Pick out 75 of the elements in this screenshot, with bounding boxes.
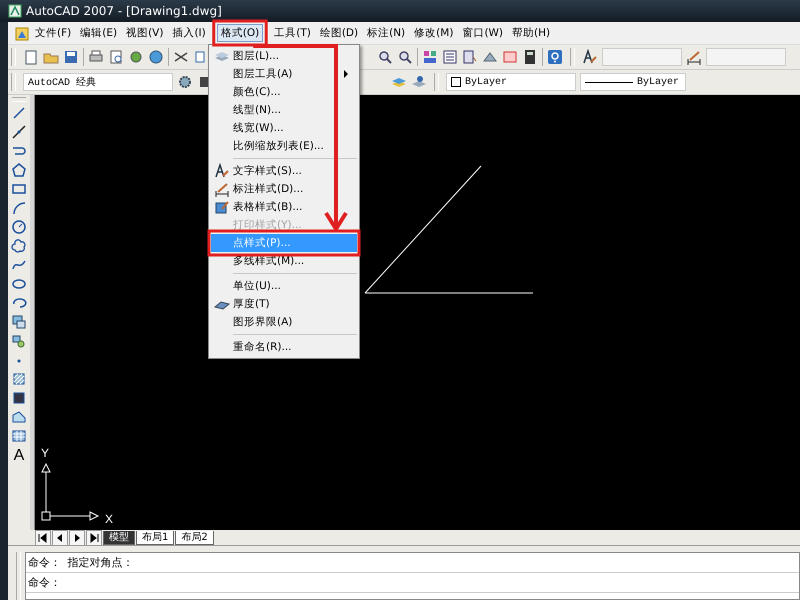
menu-item: 打印样式(Y)... <box>232 218 303 233</box>
x-axis-label: X <box>105 513 114 525</box>
layer-previous-icon[interactable] <box>411 74 427 90</box>
menu-item[interactable]: 编辑(E) <box>76 24 122 42</box>
menu-item[interactable]: 图层(L)... <box>211 47 357 65</box>
layout-tab[interactable]: 布局1 <box>136 530 174 544</box>
help-icon[interactable] <box>547 49 563 65</box>
dimension-style-icon[interactable] <box>214 181 230 197</box>
tab-scroll-right-icon[interactable] <box>69 530 85 546</box>
region-icon[interactable] <box>11 409 27 425</box>
layout-tab[interactable]: 布局2 <box>175 530 214 544</box>
command-line[interactable]: 命令： <box>26 573 799 593</box>
zoom-icon[interactable] <box>397 49 413 65</box>
properties-icon[interactable] <box>422 49 438 65</box>
line-icon[interactable] <box>11 105 27 121</box>
menu-item[interactable]: 帮助(H) <box>508 24 554 42</box>
dimension-style-icon[interactable] <box>686 49 702 65</box>
cloud-icon[interactable] <box>11 238 27 254</box>
menu-item[interactable]: 标注(N) <box>363 24 410 42</box>
tab-scroll-right-icon[interactable] <box>86 530 102 546</box>
menu-item[interactable]: 重命名(R)... <box>211 338 357 356</box>
command-line: 命令： 指定对角点： <box>26 553 799 573</box>
highlight-frame <box>212 20 268 46</box>
menu-item[interactable]: 标注样式(D)... <box>211 180 357 198</box>
menu-item[interactable]: 修改(M) <box>410 24 458 42</box>
polygon-icon[interactable] <box>11 162 27 178</box>
app-logo-icon[interactable] <box>8 4 22 18</box>
menu-item[interactable]: 线宽(W)... <box>211 119 357 137</box>
y-axis-label: Y <box>41 447 50 459</box>
menu-item[interactable]: 图形界限(A) <box>211 313 357 331</box>
calculator-icon[interactable] <box>522 49 538 65</box>
tab-scroll-left-icon[interactable] <box>35 530 51 546</box>
menu-item[interactable]: 绘图(D) <box>316 24 362 42</box>
drawing-document-icon[interactable] <box>14 25 30 41</box>
window-title: AutoCAD 2007 - [Drawing1.dwg] <box>26 4 222 18</box>
zoom-icon[interactable] <box>377 49 393 65</box>
submenu-arrow-icon[interactable] <box>343 70 349 78</box>
new-file-icon[interactable] <box>23 49 39 65</box>
construction-line-icon[interactable] <box>11 124 27 140</box>
menu-item[interactable]: 颜色(C)... <box>211 83 357 101</box>
arc-icon[interactable] <box>11 200 27 216</box>
menu-item[interactable]: 比例缩放列表(E)... <box>211 137 357 155</box>
text-style-icon[interactable] <box>214 163 230 179</box>
text-style-icon[interactable] <box>582 49 598 65</box>
save-icon[interactable] <box>63 49 79 65</box>
workspace-dropdown[interactable]: AutoCAD 经典 <box>23 73 173 91</box>
menu-item[interactable]: 格式(O) <box>216 24 264 42</box>
design-center-icon[interactable] <box>442 49 458 65</box>
multiline-text-tool[interactable]: A <box>14 447 24 465</box>
menu-item[interactable]: 窗口(W) <box>458 24 508 42</box>
print-preview-icon[interactable] <box>108 49 124 65</box>
menu-item[interactable]: 文件(F) <box>31 24 76 42</box>
layout-tab[interactable]: 模型 <box>103 530 135 544</box>
menu-item[interactable]: 工具(T) <box>270 24 315 42</box>
menu-item[interactable]: 视图(V) <box>122 24 168 42</box>
insert-block-icon[interactable] <box>11 314 27 330</box>
menu-item[interactable]: 单位(U)... <box>211 277 357 295</box>
color-dropdown[interactable]: ByLayer <box>446 73 576 91</box>
table-style-icon[interactable] <box>214 199 230 215</box>
make-block-icon[interactable] <box>11 333 27 349</box>
tool-palette-icon[interactable] <box>462 49 478 65</box>
menu-item[interactable]: 线型(N)... <box>211 101 357 119</box>
markup-icon[interactable] <box>502 49 518 65</box>
table-icon[interactable] <box>11 428 27 444</box>
ucs-axes-icon <box>41 462 100 521</box>
linetype-dropdown[interactable]: ByLayer <box>580 73 686 91</box>
gear-icon[interactable] <box>177 74 193 90</box>
menu-item[interactable]: 厚度(T) <box>211 295 357 313</box>
tab-scroll-left-icon[interactable] <box>52 530 68 546</box>
hatch-icon[interactable] <box>11 371 27 387</box>
circle-icon[interactable] <box>11 219 27 235</box>
menu-item[interactable]: 图层工具(A) <box>211 65 357 83</box>
menu-item[interactable]: 插入(I) <box>168 24 210 42</box>
menu-item[interactable]: 文字样式(S)... <box>211 162 357 180</box>
menu-item[interactable]: 表格样式(B)... <box>211 198 357 216</box>
